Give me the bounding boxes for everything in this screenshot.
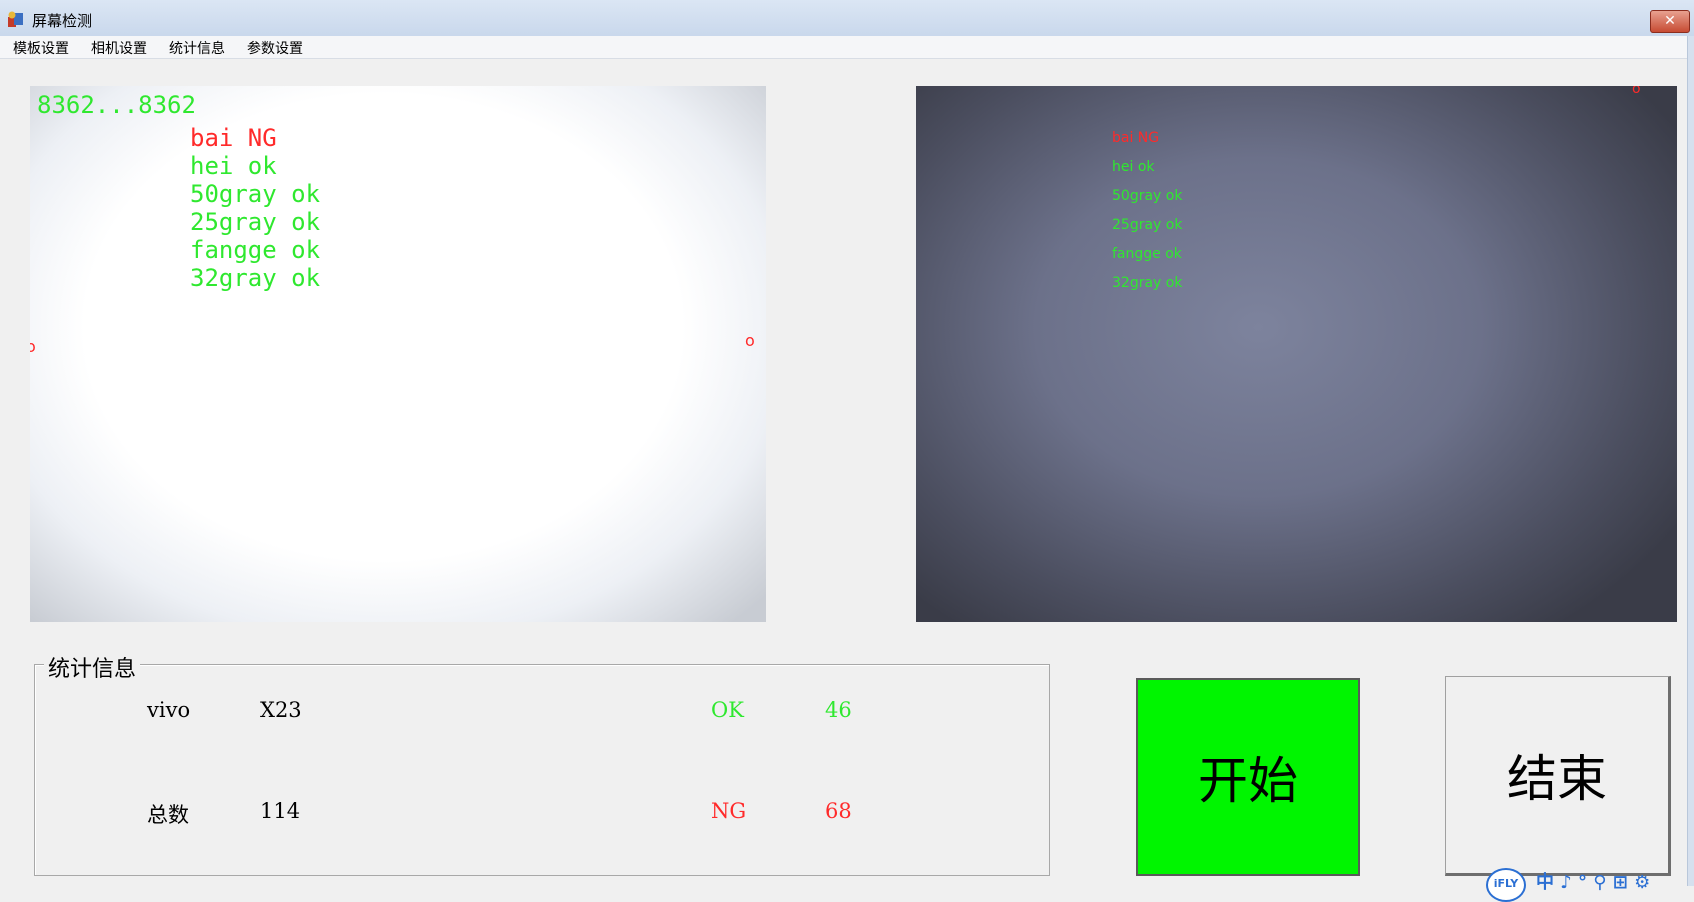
corner-marker: o: [1632, 86, 1641, 97]
left-result-fangge: fangge ok: [190, 236, 321, 264]
left-result-bai: bai NG: [190, 124, 277, 152]
statistics-group: [34, 664, 1050, 876]
left-camera-view: 8362...8362 bai NG hei ok 50gray ok 25gr…: [30, 86, 766, 622]
ok-label: OK: [711, 698, 744, 722]
start-button[interactable]: 开始: [1136, 678, 1360, 876]
menu-parameter-settings[interactable]: 参数设置: [247, 38, 303, 58]
right-result-hei: hei ok: [1112, 159, 1155, 175]
menu-statistics[interactable]: 统计信息: [169, 38, 225, 58]
menu-camera-settings[interactable]: 相机设置: [91, 38, 147, 58]
window-right-edge: [1687, 36, 1694, 886]
frame-counter: 8362...8362: [37, 91, 196, 119]
statistics-legend: 统计信息: [44, 651, 141, 683]
ime-toolbar[interactable]: iFLY 中 ♪ ° ⚲ ⊞ ⚙: [1486, 866, 1694, 902]
ime-controls[interactable]: 中 ♪ ° ⚲ ⊞ ⚙: [1536, 868, 1650, 894]
end-button[interactable]: 结束: [1445, 676, 1671, 876]
menu-template-settings[interactable]: 模板设置: [13, 38, 69, 58]
end-button-label: 结束: [1507, 750, 1607, 808]
brand-value: vivo: [147, 698, 191, 722]
total-label: 总数: [147, 803, 189, 827]
right-result-50gray: 50gray ok: [1112, 188, 1183, 204]
left-result-50gray: 50gray ok: [190, 180, 321, 208]
ng-count: 68: [825, 799, 852, 823]
close-button[interactable]: ✕: [1650, 10, 1690, 33]
right-result-list: bai NG hei ok 50gray ok 25gray ok fangge…: [1112, 124, 1182, 298]
right-camera-view: bai NG hei ok 50gray ok 25gray ok fangge…: [916, 86, 1677, 622]
left-result-hei: hei ok: [190, 152, 277, 180]
left-result-list: bai NG hei ok 50gray ok 25gray ok fangge…: [190, 124, 320, 292]
window-title: 屏幕检测: [32, 12, 93, 30]
ime-logo-icon: iFLY: [1486, 868, 1526, 902]
left-edge-marker: o: [30, 337, 36, 356]
ok-count: 46: [825, 698, 852, 722]
right-edge-marker: o: [745, 331, 755, 350]
close-icon: ✕: [1664, 13, 1676, 29]
right-result-32gray: 32gray ok: [1112, 275, 1183, 291]
title-bar: 屏幕检测 ✕: [0, 0, 1694, 37]
right-result-25gray: 25gray ok: [1112, 217, 1183, 233]
ng-label: NG: [711, 799, 747, 823]
left-result-25gray: 25gray ok: [190, 208, 321, 236]
left-result-32gray: 32gray ok: [190, 264, 321, 292]
right-result-bai: bai NG: [1112, 130, 1160, 146]
right-result-fangge: fangge ok: [1112, 246, 1182, 262]
menu-bar: 模板设置 相机设置 统计信息 参数设置: [0, 36, 1694, 59]
total-count: 114: [260, 799, 301, 823]
app-icon: [8, 11, 23, 27]
model-value: X23: [260, 698, 302, 722]
start-button-label: 开始: [1198, 752, 1298, 810]
